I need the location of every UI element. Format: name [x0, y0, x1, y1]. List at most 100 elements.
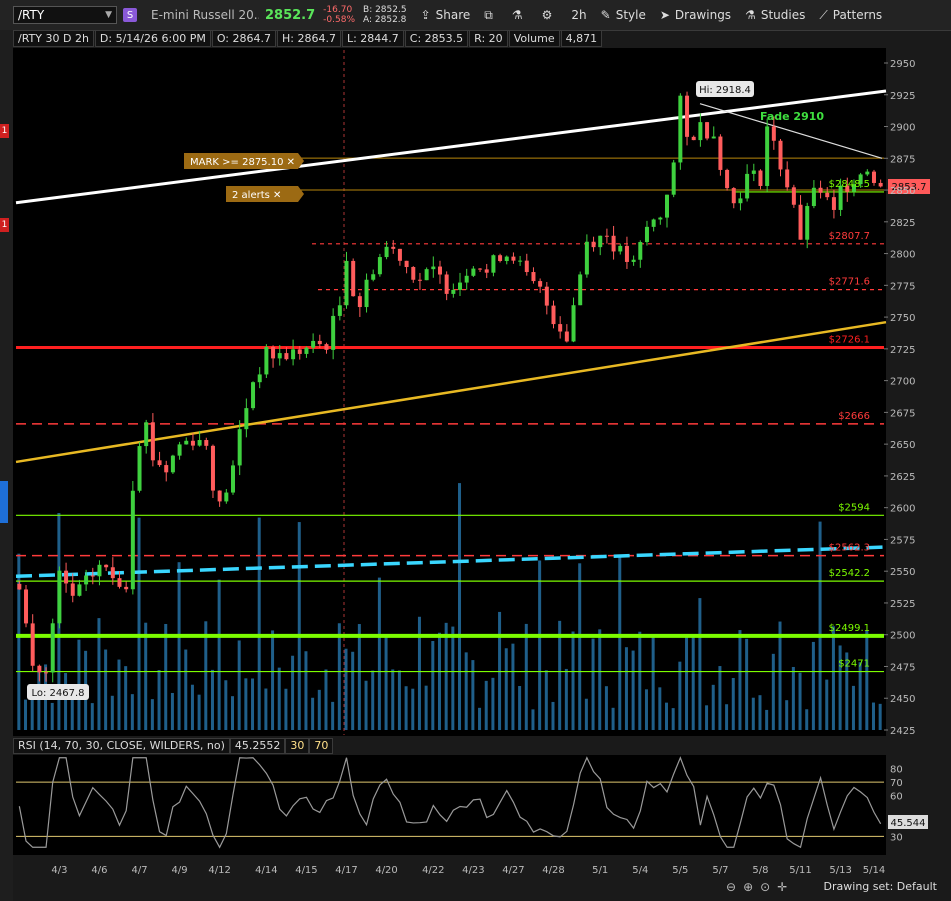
volume-bar — [177, 562, 181, 730]
candle-body — [685, 95, 690, 137]
volume-bar — [578, 563, 582, 730]
volume-bar — [531, 709, 535, 730]
candle-body — [297, 349, 302, 354]
aggregation-button[interactable]: 2h — [571, 8, 586, 22]
candle-body — [544, 286, 549, 306]
candle-body — [731, 188, 736, 204]
candle-body — [364, 279, 369, 308]
candle-body — [404, 260, 409, 268]
zoom-out-icon[interactable]: ⊖ — [726, 880, 736, 894]
volume-bar — [504, 648, 508, 730]
drawing-set-status[interactable]: Drawing set: Default — [824, 880, 937, 893]
candle-body — [825, 192, 830, 198]
candle-body — [705, 122, 710, 139]
candle-body — [377, 257, 382, 275]
last-price-tag — [888, 179, 930, 194]
price-level-label: $2499.1 — [829, 623, 870, 634]
volume-bar — [818, 521, 822, 730]
candle-body — [451, 289, 456, 294]
x-tick-label: 4/9 — [172, 865, 188, 876]
x-tick-label: 5/8 — [752, 865, 768, 876]
candle-body — [765, 126, 770, 186]
candle-body — [858, 174, 863, 185]
candle-body — [511, 256, 516, 261]
flask-button[interactable]: ⚗ — [512, 8, 528, 22]
volume-bar — [678, 661, 682, 730]
volume-bar — [277, 667, 281, 730]
volume-bar — [551, 701, 555, 730]
side-handle[interactable] — [0, 481, 8, 523]
candle-body — [170, 455, 175, 473]
volume-bar — [397, 670, 401, 730]
toolbar: /RTY ▼ S E-mini Russell 20... 2852.7 -16… — [0, 0, 951, 31]
snapshot-button[interactable]: ⧉ — [484, 8, 498, 23]
beaker-icon: ⚗ — [745, 8, 756, 22]
rsi-tick: 30 — [890, 832, 903, 843]
rsi-tag — [888, 815, 928, 829]
alert-marker[interactable]: 1 — [0, 124, 9, 138]
volume-bar — [658, 687, 662, 730]
price-level-label: $2726.1 — [829, 334, 870, 345]
volume-bar — [598, 629, 602, 730]
volume-bar — [491, 677, 495, 730]
style-button[interactable]: ✎ Style — [601, 8, 646, 22]
volume-bar — [705, 705, 709, 730]
y-tick-label: 2725 — [890, 345, 915, 356]
volume-bar — [851, 685, 855, 730]
symbol-badge[interactable]: S — [123, 8, 137, 22]
volume-bar — [44, 664, 48, 730]
trendline-fade — [699, 103, 883, 159]
candle-body — [397, 248, 402, 261]
volume-bar — [97, 618, 101, 730]
candle-body — [124, 586, 129, 590]
volume-bar — [538, 560, 542, 730]
x-tick-label: 4/28 — [542, 865, 564, 876]
candle-body — [70, 583, 75, 596]
hi-label-box — [696, 81, 754, 97]
candle-body — [571, 305, 576, 342]
volume-bar — [878, 703, 882, 730]
candle-body — [210, 445, 215, 491]
candle-body — [711, 136, 716, 139]
alert-marker[interactable]: 1 — [0, 218, 9, 232]
volume-bar — [424, 685, 428, 730]
x-tick-label: 4/17 — [335, 865, 357, 876]
candle-body — [204, 440, 209, 446]
volume-bar — [64, 673, 68, 730]
rsi-tag-text: 45.544 — [891, 818, 926, 829]
last-price-tag-text: 2853.7 — [892, 182, 927, 193]
patterns-button[interactable]: ⟋ Patterns — [819, 8, 882, 23]
candle-body — [424, 269, 429, 281]
settings-button[interactable]: ⚙ — [542, 8, 558, 22]
volume-bar — [184, 649, 188, 730]
candle-body — [197, 440, 202, 446]
candle-body — [791, 187, 796, 205]
bar-date: D: 5/14/26 6:00 PM — [94, 30, 211, 47]
price-level-label: $2807.7 — [829, 231, 870, 242]
plot-area — [13, 48, 886, 736]
volume-bar — [104, 649, 108, 730]
alert-flag — [226, 186, 304, 202]
candle-body — [257, 374, 262, 383]
studies-button[interactable]: ⚗ Studies — [745, 8, 805, 22]
volume-bar — [564, 668, 568, 730]
volume-bar — [464, 652, 468, 730]
volume-bar — [224, 680, 228, 730]
drawings-button[interactable]: ➤ Drawings — [660, 8, 731, 22]
candle-body — [638, 242, 643, 260]
reset-icon[interactable]: ⊙ — [760, 880, 770, 894]
x-tick-label: 4/6 — [91, 865, 107, 876]
crosshair-icon[interactable]: ✛ — [777, 880, 787, 894]
volume-bar — [805, 709, 809, 730]
candle-body — [491, 255, 496, 273]
candle-body — [551, 305, 556, 325]
zoom-in-icon[interactable]: ⊕ — [743, 880, 753, 894]
symbol-selector[interactable]: /RTY ▼ — [13, 6, 117, 24]
candle-body — [865, 171, 870, 175]
share-button[interactable]: ⇪ Share — [421, 8, 471, 22]
volume-bar — [745, 638, 749, 730]
volume-bar — [498, 611, 502, 730]
bid-value: B: 2852.5 — [363, 5, 407, 15]
y-tick-label: 2575 — [890, 535, 915, 546]
price-chart[interactable]: $2807.7 $2771.6 $2726.1 $2666 $2594 $2562.3 $2… — [0, 0, 951, 901]
